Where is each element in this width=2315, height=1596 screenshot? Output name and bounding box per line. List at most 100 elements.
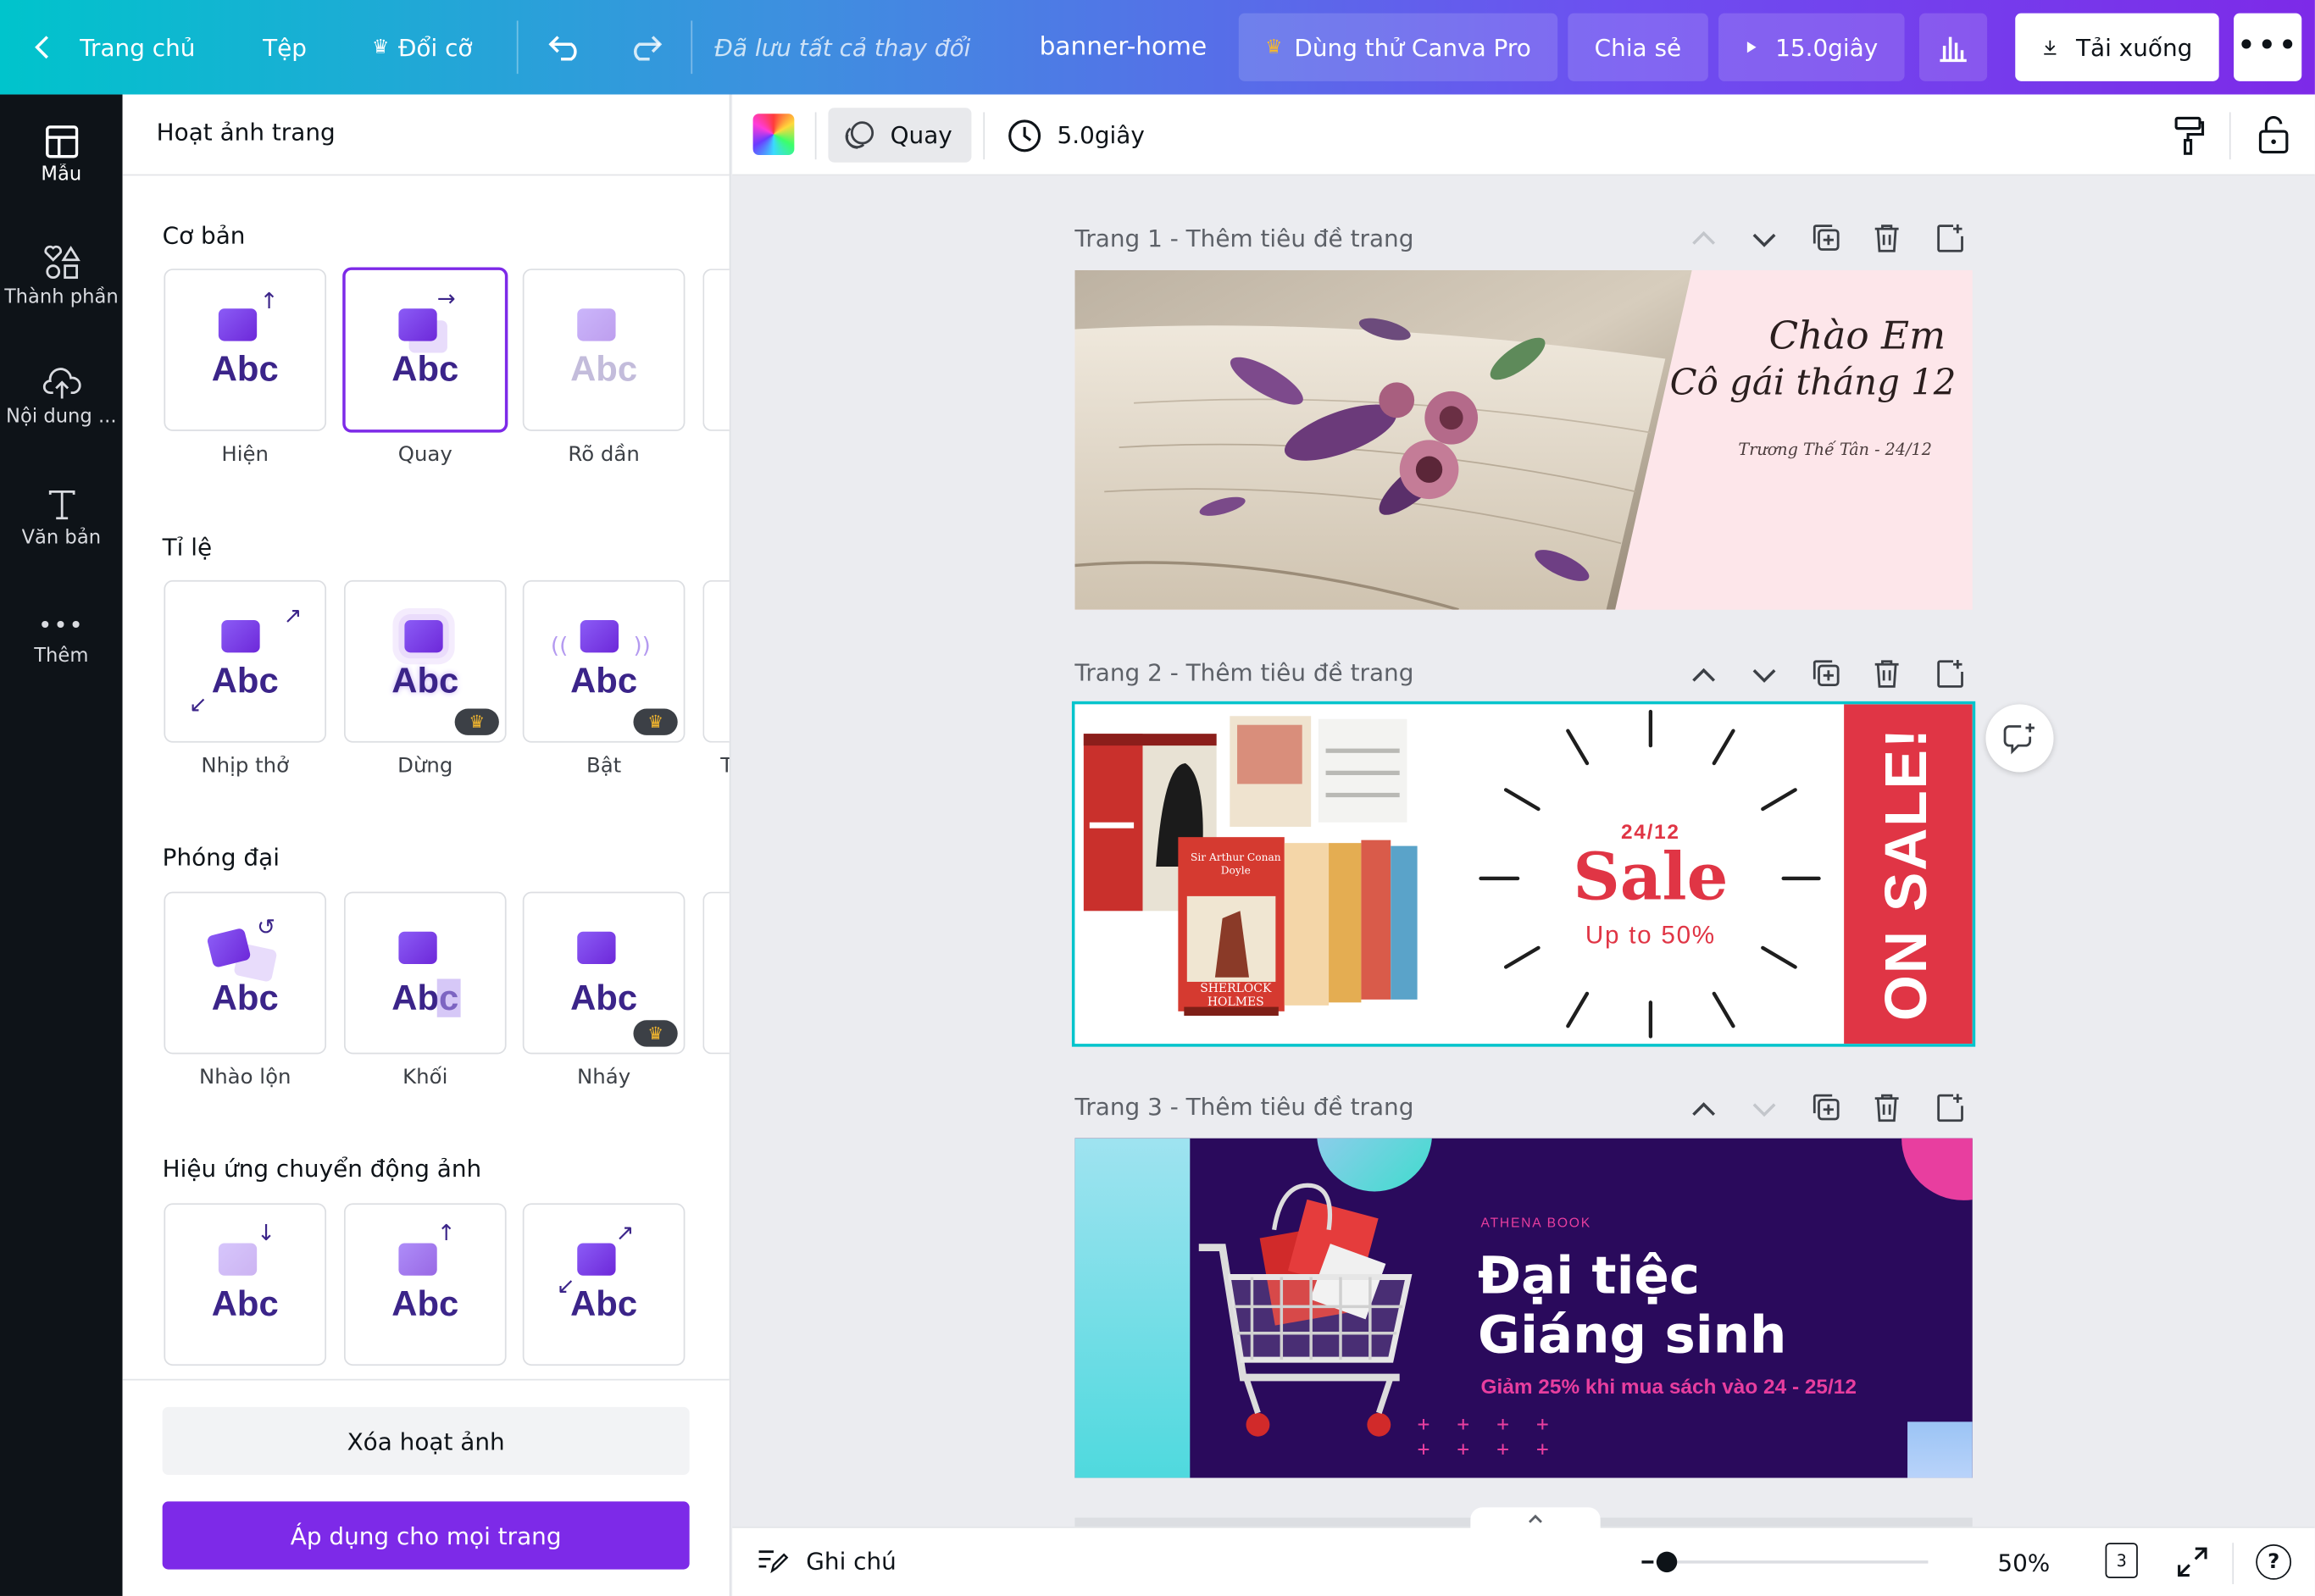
arrow-down-icon: ↓ [257, 1219, 276, 1246]
copy-style-button[interactable] [2173, 115, 2206, 163]
animation-tile-partial[interactable] [702, 269, 730, 431]
chevron-down-icon [1752, 233, 1776, 247]
share-button[interactable]: Chia sẻ [1568, 13, 1708, 81]
tile-text: Abc [211, 661, 279, 701]
duplicate-page-button[interactable] [1812, 1093, 1841, 1128]
greeting-title-line1[interactable]: Chào Em [1724, 314, 1973, 358]
file-menu[interactable]: Tệp [263, 0, 307, 95]
duplicate-page-button[interactable] [1812, 658, 1841, 694]
insights-button[interactable] [1918, 13, 1988, 81]
animation-tile-blink[interactable]: Abc ♛ [522, 891, 686, 1055]
photo-motion-tile-2[interactable]: ↑ Abc [343, 1203, 507, 1366]
move-page-down-button[interactable] [1751, 1097, 1777, 1125]
color-picker-button[interactable] [752, 114, 795, 155]
page-2-canvas[interactable]: Sir Arthur Conan Doyle SHERLOCK HOLMES 2… [1071, 701, 1976, 1047]
page-title-input[interactable]: Thêm tiêu đề trang [1186, 658, 1414, 686]
sale-headline-text[interactable]: Sale [1562, 840, 1739, 916]
page-title-input[interactable]: Thêm tiêu đề trang [1186, 1093, 1414, 1121]
animation-tile-pop[interactable]: (( )) Abc ♛ [522, 579, 686, 743]
tile-label: Nhào lộn [198, 1066, 291, 1090]
divider [2232, 1543, 2235, 1585]
rail-item-text[interactable]: Văn bản [0, 457, 123, 579]
move-page-down-button[interactable] [1751, 227, 1777, 255]
animation-tile-block[interactable]: Abc [343, 891, 507, 1055]
photo-motion-tile-3[interactable]: ↗ ↙ Abc [522, 1203, 686, 1366]
greeting-signature[interactable]: Trương Thế Tân - 24/12 [1695, 440, 1973, 459]
download-label: Tải xuống [2076, 33, 2193, 62]
timing-button[interactable]: 5.0giây [1007, 108, 1145, 162]
animation-tile-breathe[interactable]: ↗ ↙ Abc [164, 579, 327, 743]
resize-button[interactable]: ♛ Đổi cỡ [372, 0, 472, 95]
animation-tile-tumble[interactable]: ↺ Abc [164, 891, 327, 1055]
book-author-text: Sir Arthur Conan Doyle [1191, 851, 1281, 878]
rail-item-uploads[interactable]: Nội dung ... [0, 336, 123, 457]
page-label: Trang 3 [1074, 1092, 1163, 1121]
undo-icon [548, 36, 577, 61]
page-1-header: Trang 1 - Thêm tiêu đề trang [1074, 224, 1413, 252]
home-button[interactable]: Trang chủ [32, 0, 195, 95]
animation-tile-partial[interactable] [702, 891, 730, 1055]
save-status-text: Đã lưu tất cả thay đổi [714, 33, 971, 62]
move-page-up-button[interactable] [1690, 224, 1717, 252]
move-page-up-button[interactable] [1690, 1095, 1717, 1123]
top-bar: Trang chủ Tệp ♛ Đổi cỡ Đã lưu tất cả tha… [0, 0, 2315, 95]
divider [122, 174, 730, 176]
clear-animation-button[interactable]: Xóa hoạt ảnh [162, 1406, 690, 1476]
page-label: Trang 1 [1074, 224, 1163, 253]
add-page-button[interactable] [1935, 223, 1965, 258]
page-3-canvas[interactable]: ATHENA BOOK Đại tiệc Giáng sinh Giảm 25%… [1074, 1138, 1973, 1478]
headline-line2[interactable]: Giáng sinh [1478, 1306, 1786, 1366]
delete-page-button[interactable] [1874, 223, 1900, 258]
animation-tile-partial[interactable] [702, 579, 730, 743]
rail-item-templates[interactable]: Mẫu [0, 95, 123, 216]
apply-all-pages-button[interactable]: Áp dụng cho mọi trang [162, 1501, 690, 1570]
undo-button[interactable] [547, 0, 585, 95]
add-page-button[interactable] [1935, 658, 1965, 694]
promo-subline[interactable]: Giảm 25% khi mua sách vào 24 - 25/12 [1481, 1375, 1857, 1399]
delete-page-button[interactable] [1874, 1093, 1900, 1128]
upload-cloud-icon [42, 367, 80, 398]
download-button[interactable]: Tải xuống [2015, 13, 2219, 81]
headline-line1[interactable]: Đại tiệc [1478, 1248, 1700, 1307]
try-pro-label: Dùng thử Canva Pro [1294, 33, 1531, 62]
more-options-button[interactable]: ••• [2234, 13, 2302, 81]
fullscreen-button[interactable] [2176, 1546, 2208, 1584]
sale-discount-text[interactable]: Up to 50% [1547, 922, 1754, 951]
clock-icon [1008, 119, 1041, 152]
rail-item-more[interactable]: ••• Thêm [0, 579, 123, 700]
add-comment-button[interactable] [1985, 704, 2054, 773]
brand-text[interactable]: ATHENA BOOK [1481, 1215, 1591, 1229]
move-page-down-button[interactable] [1751, 663, 1777, 691]
redo-button[interactable] [626, 0, 664, 95]
delete-page-button[interactable] [1874, 658, 1900, 694]
tile-text: Abc [211, 1284, 279, 1325]
animation-tile-rotate[interactable]: → Abc [342, 267, 508, 433]
animation-tile-appear[interactable]: ↑ Abc [164, 269, 327, 431]
help-button[interactable]: ? [2256, 1543, 2292, 1580]
try-pro-button[interactable]: ♛ Dùng thử Canva Pro [1238, 13, 1558, 81]
zoom-slider[interactable] [1641, 1551, 1929, 1573]
book-title-text: SHERLOCK HOLMES [1200, 981, 1272, 1009]
animation-tile-pause[interactable]: Abc ♛ [343, 579, 507, 743]
greeting-title-line2[interactable]: Cô gái tháng 12 [1665, 362, 1960, 403]
zoom-level[interactable]: 50% [1997, 1549, 2050, 1577]
move-page-up-button[interactable] [1690, 662, 1717, 690]
lock-button[interactable] [2257, 114, 2290, 161]
photo-motion-tile-1[interactable]: ↓ Abc [164, 1203, 327, 1366]
chevron-left-icon [35, 36, 48, 59]
page-1-canvas[interactable]: Chào Em Cô gái tháng 12 Trương Thế Tân -… [1074, 269, 1973, 610]
page-title-separator: - [1162, 224, 1186, 253]
animate-button[interactable]: Quay [828, 108, 972, 163]
rail-item-elements[interactable]: Thành phần [0, 215, 123, 336]
on-sale-banner[interactable]: ON SALE! [1844, 704, 1973, 1045]
page-title-input[interactable]: Thêm tiêu đề trang [1186, 224, 1414, 252]
duplicate-page-button[interactable] [1812, 223, 1841, 258]
page-count-button[interactable]: 3 [2105, 1543, 2138, 1579]
notes-button[interactable]: Ghi chú [756, 1546, 897, 1576]
document-title[interactable]: banner-home [1040, 0, 1207, 95]
zoom-slider-thumb[interactable] [1656, 1551, 1678, 1573]
animation-tile-fade[interactable]: Abc [522, 269, 686, 431]
add-page-button[interactable] [1935, 1093, 1965, 1128]
play-button[interactable]: 15.0giây [1718, 13, 1905, 81]
show-pages-toggle[interactable] [1470, 1507, 1601, 1532]
